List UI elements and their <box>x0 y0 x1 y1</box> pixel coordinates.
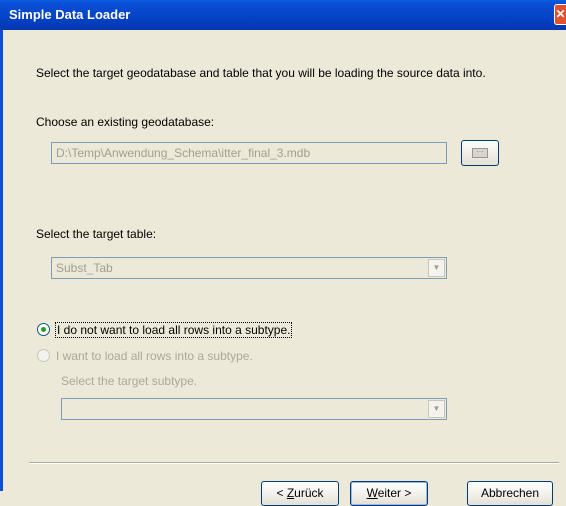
back-button[interactable]: < Zurück <box>261 481 339 506</box>
radio-no-subtype-label[interactable]: I do not want to load all rows into a su… <box>55 322 293 338</box>
target-table-value: Subst_Tab <box>56 261 113 275</box>
next-button-accelerator: W <box>366 486 378 500</box>
browse-folder-icon: ⋯ <box>472 148 488 158</box>
geodatabase-path-field[interactable]: D:\Temp\Anwendung_Schema\itter_final_3.m… <box>51 142 447 164</box>
title-bar: Simple Data Loader ✕ <box>0 0 566 30</box>
browse-geodatabase-button[interactable]: ⋯ <box>461 140 499 166</box>
dialog-body: Select the target geodatabase and table … <box>3 30 566 506</box>
radio-load-subtype[interactable] <box>37 349 50 362</box>
geodatabase-label: Choose an existing geodatabase: <box>36 115 215 129</box>
button-separator <box>29 462 559 464</box>
target-subtype-dropdown[interactable]: ▼ <box>61 398 447 420</box>
close-icon: ✕ <box>555 7 566 21</box>
chevron-down-icon[interactable]: ▼ <box>428 259 445 277</box>
chevron-down-icon[interactable]: ▼ <box>428 400 445 418</box>
back-button-label: urück <box>294 486 324 500</box>
cancel-button[interactable]: Abbrechen <box>467 481 553 506</box>
radio-no-subtype[interactable] <box>37 323 50 336</box>
target-table-label: Select the target table: <box>36 227 157 241</box>
back-button-prefix: < <box>276 486 287 500</box>
radio-load-subtype-label[interactable]: I want to load all rows into a subtype. <box>56 349 253 363</box>
window-title: Simple Data Loader <box>9 7 131 22</box>
close-button[interactable]: ✕ <box>554 4 566 25</box>
target-subtype-label: Select the target subtype. <box>61 374 198 388</box>
instructions-text: Select the target geodatabase and table … <box>36 66 486 80</box>
target-table-dropdown[interactable]: Subst_Tab ▼ <box>51 257 447 279</box>
next-button[interactable]: Weiter > <box>350 481 428 506</box>
next-button-label: eiter > <box>377 486 412 500</box>
